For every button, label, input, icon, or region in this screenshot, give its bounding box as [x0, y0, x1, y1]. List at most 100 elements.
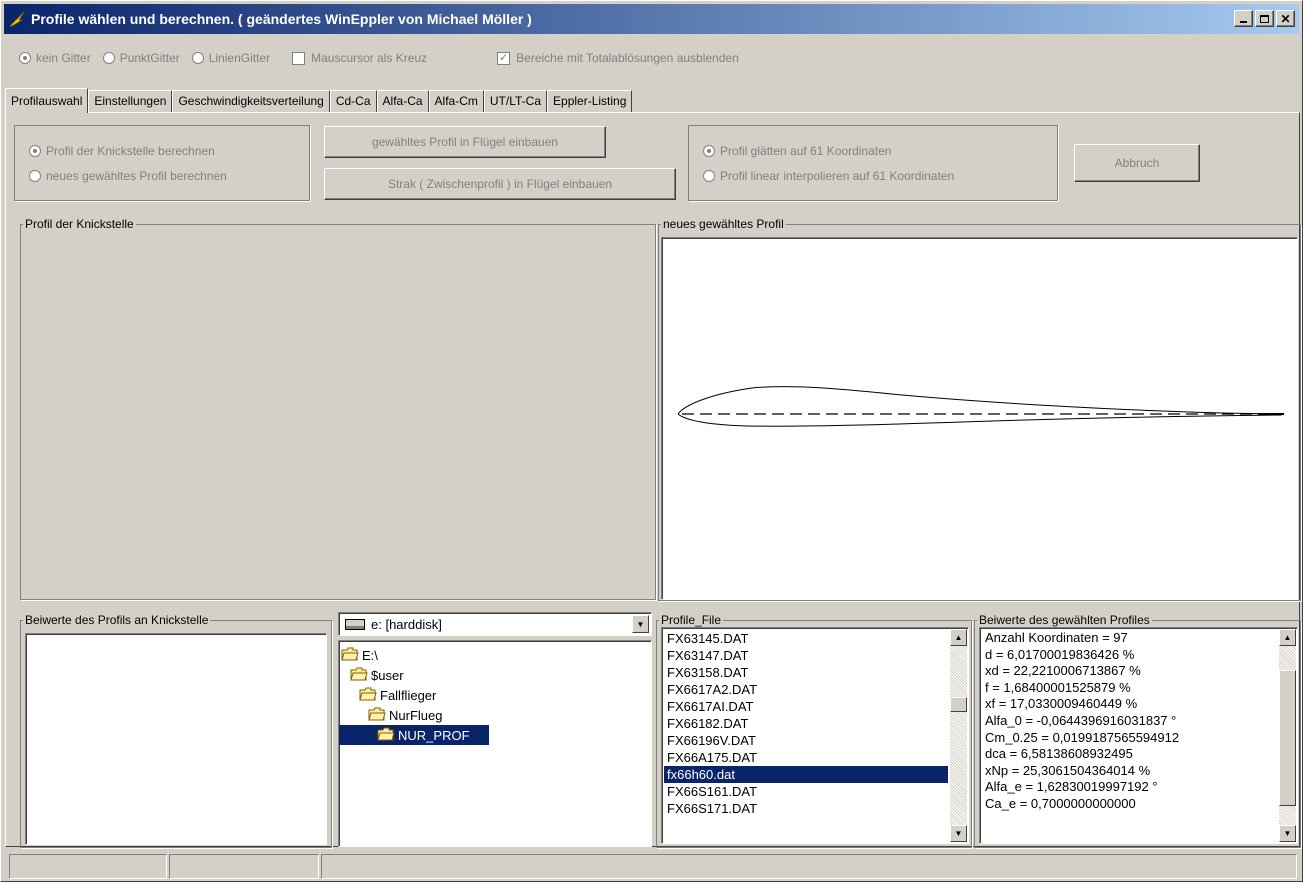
checkbox-totalabloesung[interactable]: ✓ Bereiche mit Totalablösungen ausblenden	[497, 51, 739, 65]
folder-icon	[368, 707, 389, 724]
coeff-item: xd = 22,2210006713867 %	[985, 663, 1141, 679]
tab-einstellungen[interactable]: Einstellungen	[88, 90, 173, 112]
coeff-item: Anzahl Koordinaten = 97	[985, 630, 1128, 645]
file-item[interactable]: fx66h60.dat	[664, 766, 948, 783]
insert-profile-button[interactable]: gewähltes Profil in Flügel einbauen	[324, 126, 606, 158]
selected-coeffs-group: Beiwerte des gewählten Profiles Anzahl K…	[974, 613, 1301, 848]
directory-list[interactable]: E:\ $user Fallflieger NurFlueg NUR_PROF	[338, 640, 652, 847]
file-item[interactable]: FX63158.DAT	[664, 664, 948, 681]
minimize-icon	[1240, 21, 1247, 23]
title-bar[interactable]: Profile wählen und berechnen. ( geändert…	[4, 4, 1299, 34]
airfoil-upper-surface	[677, 386, 1283, 415]
scroll-up-icon[interactable]: ▲	[1279, 629, 1296, 646]
close-button[interactable]: ✕	[1276, 10, 1295, 27]
smooth-options-group: Profil glätten auf 61 Koordinaten Profil…	[688, 125, 1058, 201]
cancel-button[interactable]: Abbruch	[1074, 144, 1200, 182]
status-panel-3	[321, 854, 1297, 879]
tab-strip: Profilauswahl Einstellungen Geschwindigk…	[5, 88, 633, 113]
radio-liniengitter[interactable]: LinienGitter	[191, 51, 270, 65]
radio-profil-knickstelle[interactable]: Profil der Knickstelle berechnen	[29, 144, 215, 158]
folder-icon	[350, 667, 371, 684]
coeff-item: xNp = 25,3061504364014 %	[985, 762, 1151, 778]
coeff-item: Cm_0.25 = 0,0199187565594912	[985, 729, 1180, 745]
radio-indicator	[703, 145, 715, 157]
coeff-item: xf = 17,0330009460449 %	[985, 696, 1138, 712]
airfoil-plot	[677, 386, 1284, 427]
radio-neues-profil[interactable]: neues gewähltes Profil berechnen	[29, 169, 227, 183]
scroll-thumb[interactable]	[950, 697, 967, 712]
chevron-down-icon[interactable]: ▼	[632, 615, 649, 633]
tab-eppler-listing[interactable]: Eppler-Listing	[547, 90, 633, 112]
file-item[interactable]: FX63147.DAT	[664, 647, 948, 664]
file-item[interactable]: FX6617AI.DAT	[664, 698, 948, 715]
app-icon	[9, 11, 25, 27]
directory-label: Fallflieger	[380, 687, 437, 703]
folder-icon	[359, 687, 380, 704]
status-panel-1	[9, 854, 167, 879]
radio-indicator	[19, 52, 31, 64]
file-item[interactable]: FX66196V.DAT	[664, 732, 948, 749]
new-profile-title: neues gewähltes Profil	[661, 217, 786, 231]
options-row: kein Gitter PunktGitter LinienGitter Mau…	[19, 51, 739, 65]
kink-coeffs-list[interactable]	[25, 633, 327, 845]
directory-label: NurFlueg	[389, 707, 443, 723]
coeff-item: Ca_e = 0,7000000000000	[985, 795, 1136, 811]
tab-ut-lt-ca[interactable]: UT/LT-Ca	[483, 90, 548, 112]
kink-coeffs-title: Beiwerte des Profils an Knickstelle	[23, 613, 211, 627]
radio-indicator	[191, 52, 204, 64]
file-item[interactable]: FX66S171.DAT	[664, 800, 948, 817]
drive-label: e: [harddisk]	[371, 616, 442, 632]
directory-item[interactable]: NurFlueg	[339, 705, 651, 725]
drive-select[interactable]: e: [harddisk] ▼	[338, 612, 652, 636]
file-item[interactable]: FX63145.DAT	[664, 630, 948, 647]
tab-alfa-ca[interactable]: Alfa-Ca	[376, 90, 429, 112]
profile-file-list[interactable]: FX63145.DAT FX63147.DAT FX63158.DAT FX6617A…	[661, 627, 969, 844]
coeff-scrollbar[interactable]: ▲ ▼	[1279, 629, 1296, 842]
kink-coeffs-group: Beiwerte des Profils an Knickstelle	[20, 613, 332, 848]
radio-indicator	[703, 170, 715, 182]
coeff-items: Anzahl Koordinaten = 97 d = 6,01700019836…	[982, 630, 1277, 813]
file-item[interactable]: FX6617A2.DAT	[664, 681, 948, 698]
coeff-item: f = 1,68400001525879 %	[985, 679, 1131, 695]
profile-canvas[interactable]	[661, 237, 1298, 600]
radio-interpolieren[interactable]: Profil linear interpolieren auf 61 Koord…	[703, 169, 954, 183]
directory-label: $user	[371, 667, 404, 683]
scroll-up-icon[interactable]: ▲	[950, 629, 967, 646]
scroll-thumb[interactable]	[1279, 670, 1296, 806]
directory-label: NUR_PROF	[398, 727, 470, 743]
status-panel-2	[169, 854, 319, 879]
radio-indicator	[29, 145, 41, 157]
tab-alfa-cm[interactable]: Alfa-Cm	[428, 90, 484, 112]
tab-geschwindigkeitsverteilung[interactable]: Geschwindigkeitsverteilung	[172, 90, 330, 112]
radio-indicator	[102, 52, 115, 64]
minimize-button[interactable]	[1234, 10, 1253, 27]
checkbox-mauscursor[interactable]: Mauscursor als Kreuz	[292, 51, 427, 65]
file-scrollbar[interactable]: ▲ ▼	[950, 629, 967, 842]
radio-glaetten[interactable]: Profil glätten auf 61 Koordinaten	[703, 144, 891, 158]
tab-panel: Profil der Knickstelle berechnen neues g…	[5, 112, 1301, 848]
scroll-down-icon[interactable]: ▼	[950, 825, 967, 842]
checkmark-icon: ✓	[497, 51, 511, 65]
coeff-item: Alfa_0 = -0,0644396916031837 °	[985, 712, 1177, 728]
file-item[interactable]: FX66A175.DAT	[664, 749, 948, 766]
coeff-item: Alfa_e = 1,62830019997192 °	[985, 779, 1158, 795]
directory-item[interactable]: Fallflieger	[339, 685, 651, 705]
selected-coeffs-list[interactable]: Anzahl Koordinaten = 97 d = 6,01700019836…	[979, 627, 1298, 844]
directory-item[interactable]: NUR_PROF	[339, 725, 489, 745]
tab-cd-ca[interactable]: Cd-Ca	[329, 90, 377, 112]
tab-profilauswahl[interactable]: Profilauswahl	[5, 88, 89, 113]
file-items: FX63145.DAT FX63147.DAT FX63158.DAT FX6617A…	[664, 630, 948, 817]
directory-item[interactable]: E:\	[339, 645, 651, 665]
radio-punktgitter[interactable]: PunktGitter	[102, 51, 180, 65]
calc-options-group: Profil der Knickstelle berechnen neues g…	[14, 125, 310, 201]
airfoil-lower-surface	[677, 413, 1283, 427]
insert-strak-button[interactable]: Strak ( Zwischenprofil ) in Flügel einba…	[324, 168, 676, 200]
scroll-down-icon[interactable]: ▼	[1279, 825, 1296, 842]
file-item[interactable]: FX66182.DAT	[664, 715, 948, 732]
radio-kein-gitter[interactable]: kein Gitter	[19, 51, 91, 65]
radio-indicator	[29, 170, 41, 182]
maximize-button[interactable]	[1255, 10, 1274, 27]
file-item[interactable]: FX66S161.DAT	[664, 783, 948, 800]
main-window: Profile wählen und berechnen. ( geändert…	[0, 0, 1303, 882]
directory-item[interactable]: $user	[339, 665, 651, 685]
